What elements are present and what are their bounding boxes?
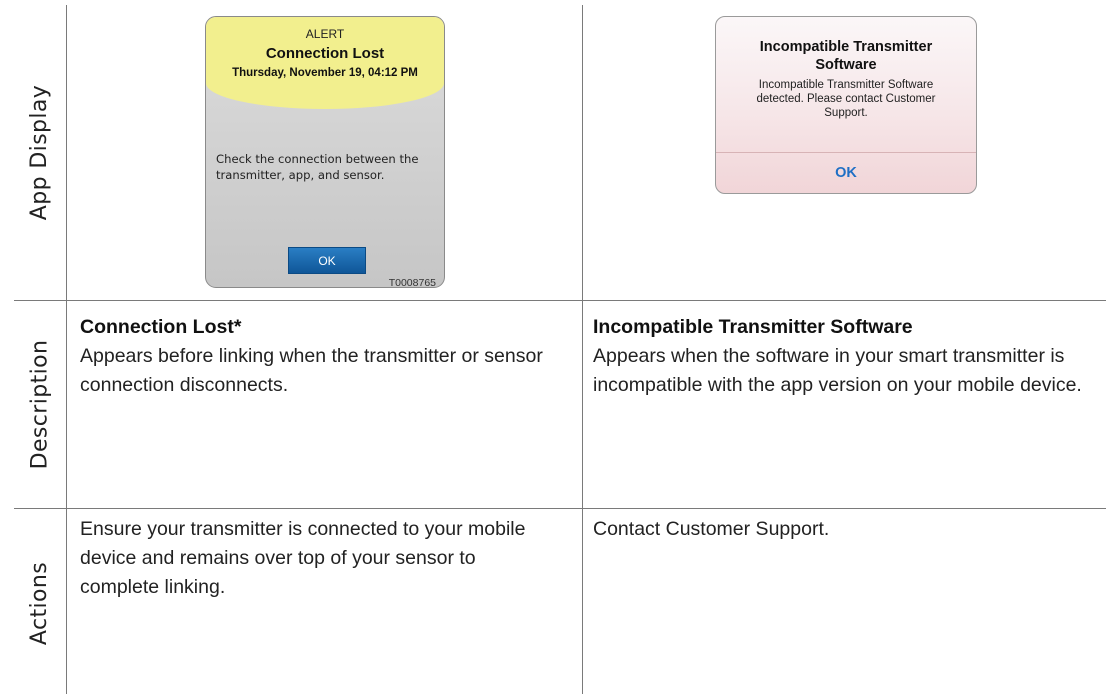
- incompatible-software-alert: Incompatible Transmitter Software Incomp…: [715, 16, 977, 194]
- row-label-description-text: Description: [27, 339, 53, 469]
- alert-header: ALERT: [305, 27, 345, 41]
- description-text: Appears when the software in your smart …: [593, 345, 1082, 396]
- action-text: Ensure your transmitter is connected to …: [80, 518, 526, 598]
- alert-datetime: Thursday, November 19, 04:12 PM: [232, 67, 418, 79]
- figure-code: T0008765: [388, 277, 436, 288]
- row-label-actions-text: Actions: [27, 561, 53, 645]
- alert-message: Incompatible Transmitter Software detect…: [756, 79, 936, 119]
- action-text: Contact Customer Support.: [593, 518, 830, 540]
- row-label-app-display: App Display: [14, 5, 66, 300]
- row-divider-2: [14, 508, 1106, 509]
- description-heading: Incompatible Transmitter Software: [593, 316, 913, 338]
- action-incompatible-software: Contact Customer Support.: [593, 515, 1105, 544]
- alert-title: Connection Lost: [265, 45, 385, 62]
- connection-lost-alert: ALERT Connection Lost Thursday, November…: [205, 16, 445, 288]
- table-border-left: [66, 5, 67, 694]
- row-label-actions: Actions: [14, 508, 66, 698]
- alert-header-band: ALERT Connection Lost Thursday, November…: [206, 17, 444, 109]
- row-divider-1: [14, 300, 1106, 301]
- description-connection-lost: Connection Lost* Appears before linking …: [80, 313, 560, 400]
- description-text: Appears before linking when the transmit…: [80, 345, 543, 396]
- description-incompatible-software: Incompatible Transmitter Software Appear…: [593, 313, 1105, 400]
- row-label-description: Description: [14, 300, 66, 508]
- alert-message: Check the connection between the transmi…: [216, 152, 419, 182]
- table-column-divider: [582, 5, 583, 694]
- row-label-app-display-text: App Display: [27, 84, 53, 221]
- ok-button[interactable]: OK: [716, 153, 976, 193]
- alert-title: Incompatible Transmitter Software: [759, 39, 933, 73]
- action-connection-lost: Ensure your transmitter is connected to …: [80, 515, 560, 602]
- description-heading: Connection Lost*: [80, 316, 242, 338]
- ok-button[interactable]: OK: [288, 247, 366, 274]
